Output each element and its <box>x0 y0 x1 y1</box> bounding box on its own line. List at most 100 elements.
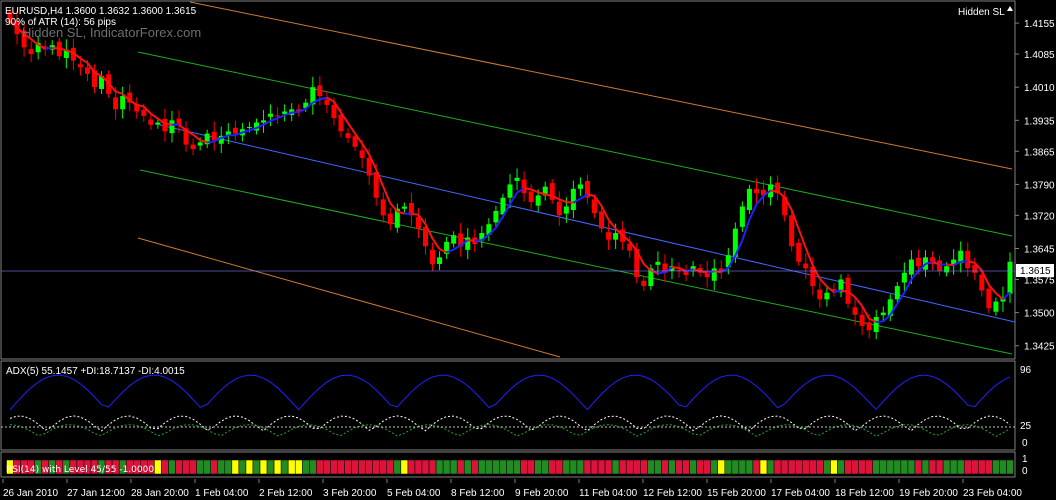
rsi-block <box>513 459 521 475</box>
rsi-block <box>492 459 500 475</box>
candle-body <box>28 49 34 55</box>
price-tick-label: 1.3720 <box>1024 211 1055 222</box>
candle-body <box>915 257 921 267</box>
rsi-block <box>224 459 233 475</box>
rsi-block <box>175 459 183 475</box>
rsi-block <box>907 459 916 475</box>
candle-body <box>162 119 168 132</box>
rsi-block <box>604 459 613 475</box>
rsi-block <box>520 459 528 475</box>
rsi-block <box>358 459 366 475</box>
rsi-block <box>541 459 549 475</box>
rsi-block <box>597 459 606 475</box>
price-tick-label: 1.3645 <box>1024 245 1055 256</box>
time-label: 8 Feb 12:00 <box>451 488 505 499</box>
rsi-block <box>830 459 838 475</box>
candle-body <box>965 250 971 269</box>
rsi-block <box>780 459 789 475</box>
rsi-block <box>724 459 733 475</box>
rsi-block <box>365 459 373 475</box>
candle-body <box>563 206 569 214</box>
rsi-block <box>238 459 247 475</box>
candle-body <box>120 96 126 110</box>
price-tick-label: 1.4085 <box>1024 50 1055 61</box>
rsi-block <box>534 459 542 475</box>
rsi-block <box>611 459 620 475</box>
rsi-block <box>252 459 261 475</box>
chart-root: 1.3615 EURUSD,H4 1.3600 1.3632 1.3600 1.… <box>0 0 1055 499</box>
candle-body <box>352 136 358 147</box>
rsi-block <box>893 459 902 475</box>
rsi-block <box>294 459 303 475</box>
rsi-block <box>576 459 585 475</box>
rsi-block <box>231 459 240 475</box>
candle-body <box>211 131 217 141</box>
price-tick-label: 1.3935 <box>1024 116 1055 127</box>
rsi-block <box>689 459 697 475</box>
candle-body <box>190 144 196 150</box>
candle-body <box>796 242 802 262</box>
candle-body <box>77 64 83 68</box>
candle-body <box>261 120 267 123</box>
candle-body <box>570 188 576 211</box>
candle-body <box>901 272 907 283</box>
candle-body <box>345 133 351 139</box>
candle-body <box>852 307 858 315</box>
rsi-block <box>499 459 507 475</box>
rsi-block <box>844 459 852 475</box>
sl-segment <box>840 289 849 293</box>
rsi-block <box>463 459 472 475</box>
candle-body <box>401 206 407 209</box>
rsi-block <box>717 459 726 475</box>
rsi-block <box>886 459 895 475</box>
rsi-block <box>379 459 387 475</box>
candle-body <box>197 142 203 146</box>
candle-body <box>507 184 513 198</box>
rsi-block <box>675 459 683 475</box>
rsi-block <box>280 459 289 475</box>
adx-tick-0: 0 <box>1022 438 1028 449</box>
rsi-block <box>618 459 627 475</box>
rsi-block <box>337 459 345 475</box>
rsi-block <box>668 459 676 475</box>
sl-segment <box>207 140 215 144</box>
rsi-block <box>245 459 254 475</box>
candle-body <box>465 237 471 250</box>
rsi-block <box>203 459 211 475</box>
rsi-block <box>386 459 395 475</box>
rsi-block <box>485 459 493 475</box>
rsi-block <box>928 459 937 475</box>
rsi-block <box>555 459 564 475</box>
time-label: 28 Jan 20:00 <box>131 488 189 499</box>
candle-body <box>521 179 527 194</box>
indicator-name: Hidden SL <box>958 7 1005 18</box>
candle-body <box>324 99 330 105</box>
candle-body <box>232 127 238 134</box>
rsi-block <box>217 459 226 475</box>
rsi-block <box>344 459 352 475</box>
candle-body <box>268 113 274 117</box>
rsi-block <box>956 459 965 475</box>
price-axis: 1.4155 1.4085 1.4010 1.3935 1.3865 1.3790 1.37… <box>1015 19 1055 353</box>
time-label: 5 Feb 04:00 <box>387 488 441 499</box>
candle-body <box>599 211 605 229</box>
time-label: 1 Feb 04:00 <box>195 488 249 499</box>
candle-body <box>606 232 612 240</box>
rsi-block <box>309 459 317 475</box>
time-label: 12 Feb 12:00 <box>643 488 702 499</box>
time-label: 11 Feb 04:00 <box>579 488 638 499</box>
price-tick-label: 1.3425 <box>1024 342 1055 353</box>
rsi-block <box>992 459 1000 475</box>
price-tick-label: 1.4010 <box>1024 83 1055 94</box>
rsi-tick-1: 1 <box>1022 454 1028 465</box>
candle-body <box>275 115 281 117</box>
rsi-block <box>273 459 282 475</box>
rsi-block <box>879 459 887 475</box>
rsi-block <box>766 459 775 475</box>
rsi-block <box>421 459 430 475</box>
candle-body <box>803 263 809 269</box>
price-tick-label: 1.4155 <box>1024 19 1055 30</box>
rsi-block <box>210 459 218 475</box>
rsi-block <box>872 459 880 475</box>
rsi-block <box>710 459 718 475</box>
